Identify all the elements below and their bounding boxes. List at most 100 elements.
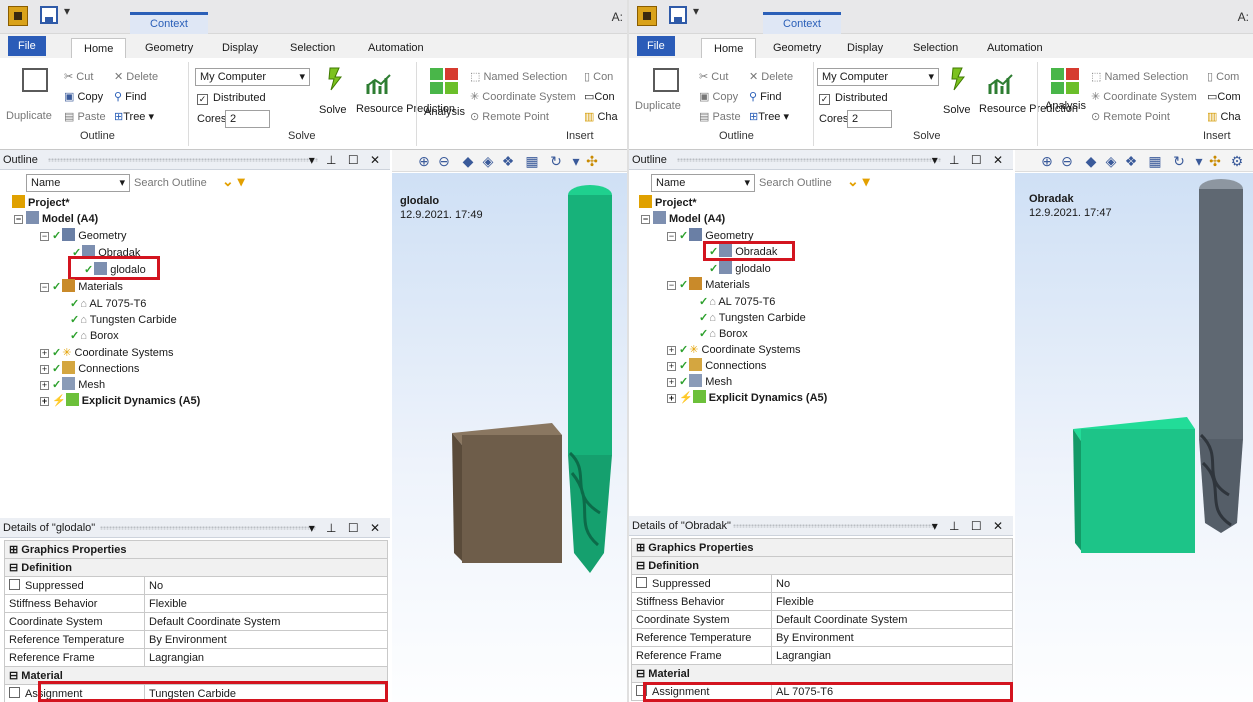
tree-item-material-tungsten[interactable]: ✓⌂ Tungsten Carbide [699, 310, 806, 326]
collapse-icon[interactable]: − [40, 232, 49, 241]
property-value[interactable]: No [144, 576, 388, 595]
checkbox-icon[interactable] [636, 577, 647, 588]
drag-grip[interactable] [733, 524, 937, 528]
property-value[interactable]: Lagrangian [144, 648, 388, 667]
tree-item-material-borox[interactable]: ✓⌂ Borox [70, 328, 119, 344]
checkbox-icon[interactable] [9, 579, 20, 590]
chart-button[interactable]: ▥ Cha [584, 110, 618, 123]
collapse-icon[interactable]: − [40, 283, 49, 292]
tab-selection[interactable]: Selection [290, 38, 335, 58]
save-icon[interactable] [669, 6, 687, 24]
named-selection-button[interactable]: ⬚ Named Selection [470, 70, 567, 83]
collapse-icon[interactable]: − [14, 215, 23, 224]
property-value[interactable]: By Environment [771, 628, 1013, 647]
tree-item-explicit-dynamics[interactable]: + ⚡ Explicit Dynamics (A5) [667, 390, 827, 406]
edge-icon[interactable]: ▦ [1147, 153, 1163, 169]
con-button-2[interactable]: ▭Com [1207, 90, 1241, 103]
tab-file[interactable]: File [637, 36, 675, 56]
property-value[interactable]: No [771, 574, 1013, 593]
property-value[interactable]: Default Coordinate System [771, 610, 1013, 629]
solve-target-select[interactable]: My Computer ▾ [817, 68, 939, 86]
solve-target-select[interactable]: My Computer ▾ [195, 68, 310, 86]
coordinate-system-button[interactable]: ✳ Coordinate System [1091, 90, 1197, 103]
expand-icon[interactable]: + [40, 397, 49, 406]
search-outline-input[interactable]: Search Outline [134, 177, 207, 189]
chevron-down-icon[interactable]: ▾ [1191, 153, 1207, 169]
tree-item-mesh[interactable]: + ✓ Mesh [667, 374, 732, 390]
find-button[interactable]: ⚲ Find [749, 90, 782, 103]
expand-icon[interactable]: + [667, 362, 676, 371]
tree-button[interactable]: ⊞Tree ▾ [114, 110, 154, 123]
settings-icon[interactable]: ⚙ [1229, 153, 1245, 169]
wireframe-icon[interactable]: ◈ [1103, 153, 1119, 169]
tree-item-connections[interactable]: + ✓ Connections [40, 361, 139, 377]
collapse-icon[interactable]: − [667, 281, 676, 290]
edge-icon[interactable]: ▦ [524, 153, 540, 169]
graphics-viewport[interactable]: Obradak 12.9.2021. 17:47 [1015, 173, 1253, 702]
solve-button[interactable]: Solve [943, 104, 971, 116]
quick-access-dropdown-icon[interactable]: ▾ [693, 4, 699, 18]
tab-home[interactable]: Home [701, 38, 757, 58]
tree-item-coordinate-systems[interactable]: + ✓✳ Coordinate Systems [40, 345, 174, 361]
distributed-checkbox[interactable]: ✓ Distributed [819, 92, 888, 105]
tree-item-model[interactable]: − Model (A4) [641, 211, 725, 227]
checkbox-icon[interactable] [9, 687, 20, 698]
collapse-icon[interactable]: − [641, 215, 650, 224]
duplicate-button[interactable]: Duplicate [635, 100, 681, 112]
cores-input[interactable]: 2 [225, 110, 270, 128]
app-logo-icon[interactable] [8, 6, 28, 26]
drag-grip[interactable] [677, 158, 941, 162]
quick-access-dropdown-icon[interactable]: ▾ [64, 4, 70, 18]
property-value[interactable]: Flexible [144, 594, 388, 613]
search-outline-input[interactable]: Search Outline [759, 177, 832, 189]
tab-automation[interactable]: Automation [368, 38, 424, 58]
tree-item-project[interactable]: Project* [12, 195, 70, 211]
section-graphics-properties[interactable]: ⊞ Graphics Properties [4, 540, 388, 559]
pan-icon[interactable]: ✣ [584, 153, 600, 169]
chevron-down-icon[interactable]: ▾ [568, 153, 584, 169]
expand-icon[interactable]: + [40, 349, 49, 358]
zoom-out-icon[interactable]: ⊖ [1059, 153, 1075, 169]
section-material[interactable]: ⊟ Material [631, 664, 1013, 683]
delete-button[interactable]: ✕ Delete [749, 70, 793, 83]
pan-icon[interactable]: ✣ [1207, 153, 1223, 169]
appearance-icon[interactable]: ❖ [1123, 153, 1139, 169]
tab-geometry[interactable]: Geometry [773, 38, 821, 58]
panel-controls[interactable]: ▾ ⊥ ☐ ✕ [309, 150, 384, 170]
paste-button[interactable]: ▤ Paste [64, 110, 106, 123]
tab-selection[interactable]: Selection [913, 38, 958, 58]
appearance-icon[interactable]: ❖ [500, 153, 516, 169]
cut-button[interactable]: ✂ Cut [64, 70, 93, 83]
panel-controls[interactable]: ▾ ⊥ ☐ ✕ [932, 516, 1007, 536]
cut-button[interactable]: ✂ Cut [699, 70, 728, 83]
expand-icon[interactable]: + [40, 365, 49, 374]
analysis-button[interactable]: Analysis [424, 106, 465, 118]
section-definition[interactable]: ⊟ Definition [4, 558, 388, 577]
tree-item-project[interactable]: Project* [639, 195, 697, 211]
copy-button[interactable]: ▣ Copy [699, 90, 738, 103]
collapse-icon[interactable]: − [667, 232, 676, 241]
model-3d-view[interactable] [392, 173, 627, 702]
context-tab[interactable]: Context [130, 12, 208, 34]
outline-name-select[interactable]: Name ▾ [651, 174, 755, 192]
rotate-icon[interactable]: ↻ [548, 153, 564, 169]
section-graphics-properties[interactable]: ⊞ Graphics Properties [631, 538, 1013, 557]
tree-item-material-al[interactable]: ✓⌂ AL 7075-T6 [70, 296, 146, 312]
cores-input[interactable]: 2 [847, 110, 892, 128]
analysis-button[interactable]: Analysis [1045, 100, 1086, 112]
tree-item-glodalo[interactable]: ✓ glodalo [709, 261, 771, 277]
paste-button[interactable]: ▤ Paste [699, 110, 741, 123]
drag-grip[interactable] [100, 526, 316, 530]
tab-automation[interactable]: Automation [987, 38, 1043, 58]
panel-controls[interactable]: ▾ ⊥ ☐ ✕ [932, 150, 1007, 170]
tree-item-coordinate-systems[interactable]: + ✓✳ Coordinate Systems [667, 342, 801, 358]
model-3d-view[interactable] [1015, 173, 1253, 702]
property-value[interactable]: Lagrangian [771, 646, 1013, 665]
named-selection-button[interactable]: ⬚ Named Selection [1091, 70, 1188, 83]
tree-button[interactable]: ⊞Tree ▾ [749, 110, 789, 123]
expand-icon[interactable]: + [667, 346, 676, 355]
tree-item-geometry[interactable]: − ✓ Geometry [40, 228, 127, 244]
remote-point-button[interactable]: ⊙ Remote Point [1091, 110, 1170, 123]
zoom-in-icon[interactable]: ⊕ [1039, 153, 1055, 169]
graphics-viewport[interactable]: glodalo 12.9.2021. 17:49 [392, 173, 627, 702]
